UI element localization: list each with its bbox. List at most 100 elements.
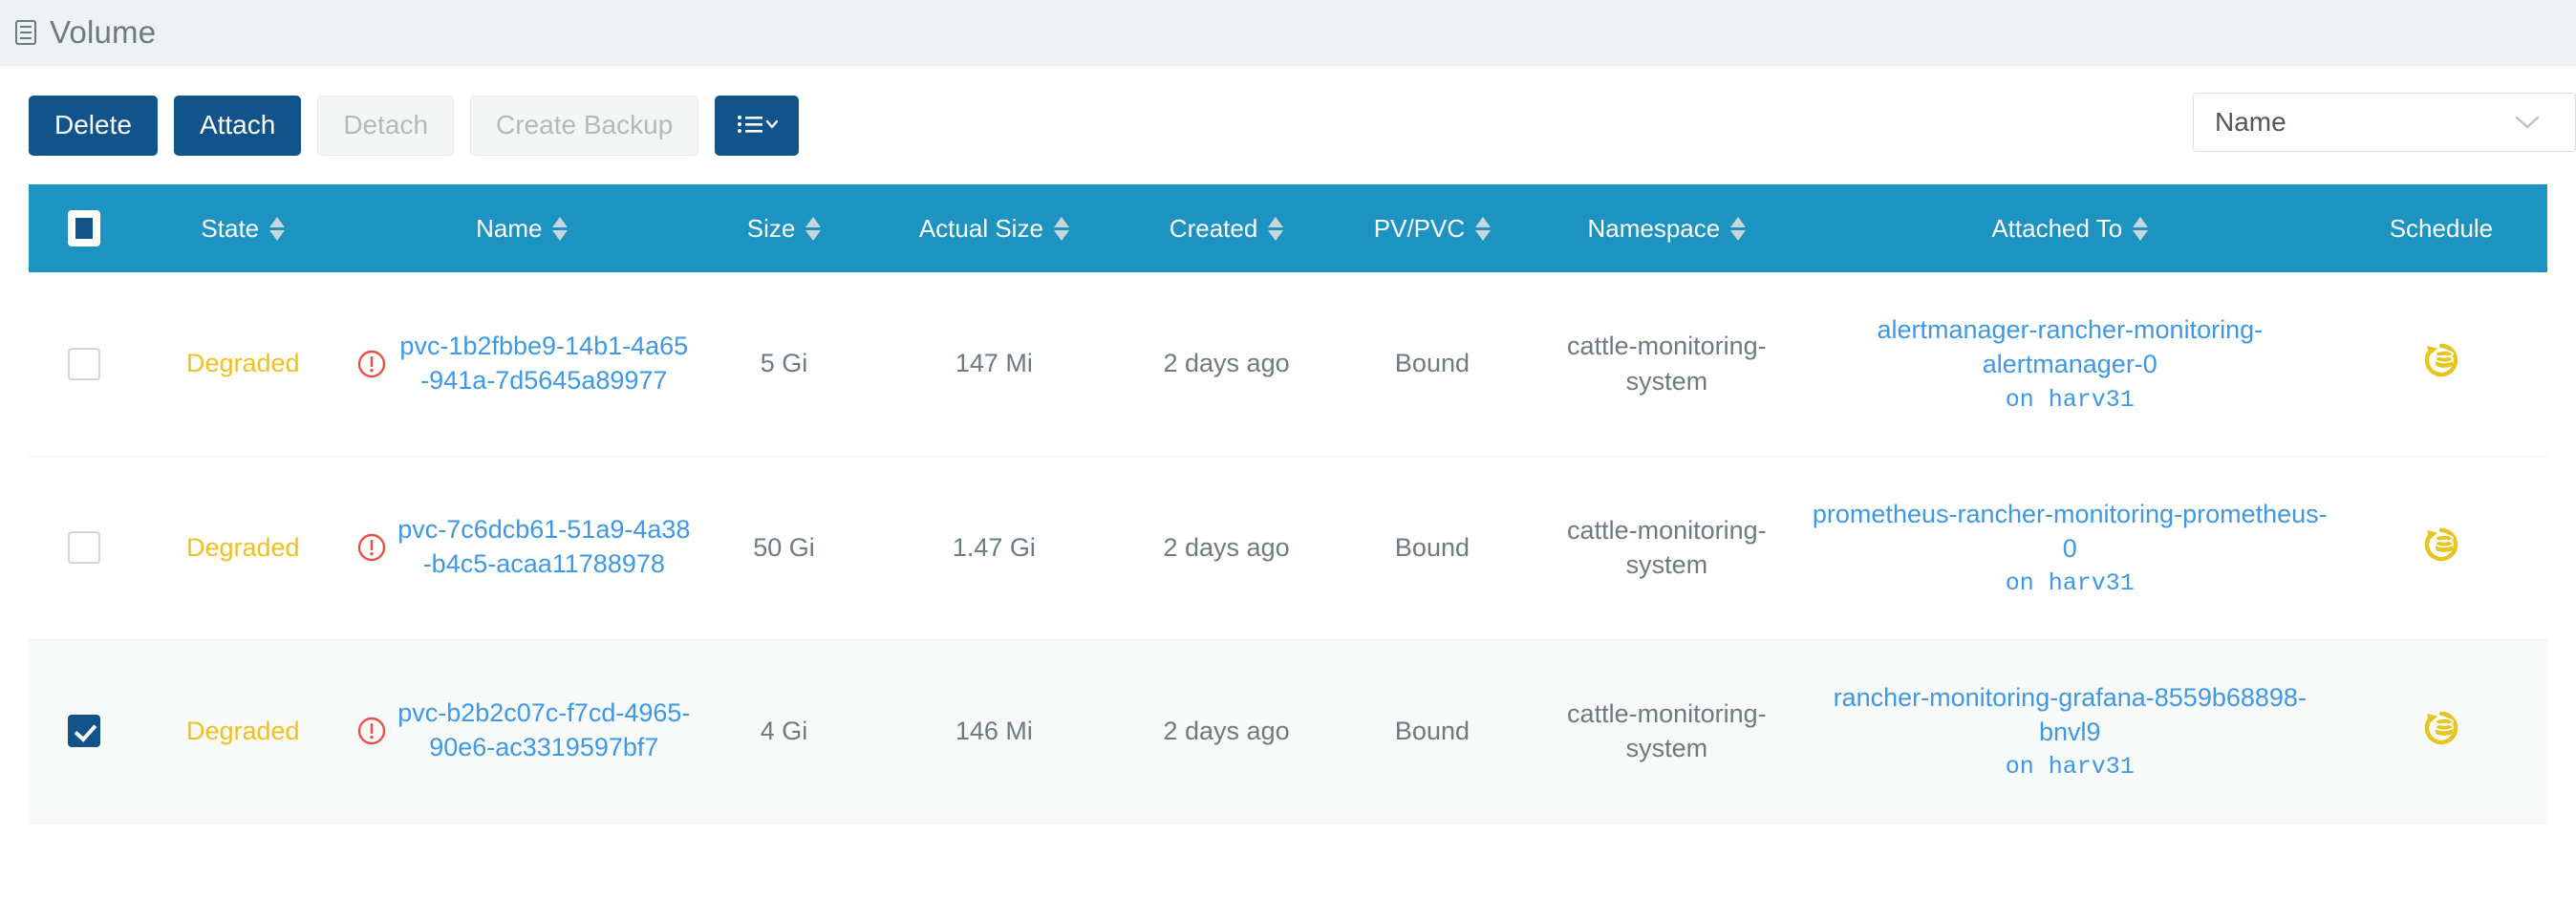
error-alert-icon [356, 716, 387, 746]
row-name-cell: pvc-b2b2c07c-f7cd-4965-90e6-ac3319597bf7 [347, 639, 698, 824]
th-name-label: Name [476, 213, 543, 243]
volumes-table: State Name Size Actual Size Created PV/P… [29, 184, 2547, 882]
detach-button[interactable]: Detach [317, 95, 455, 156]
th-pv-pvc[interactable]: PV/PVC [1335, 184, 1529, 272]
row-created-cell: 2 days ago [1117, 639, 1336, 824]
row-state-cell: Degraded [139, 456, 348, 640]
attach-button[interactable]: Attach [173, 95, 302, 156]
th-actual-size[interactable]: Actual Size [870, 184, 1118, 272]
row-actual-size-cell: 1.47 Gi [870, 456, 1118, 640]
sort-arrows-icon[interactable] [552, 216, 569, 241]
th-size-label: Size [746, 213, 796, 243]
sort-arrows-icon[interactable] [269, 216, 286, 241]
row-checkbox[interactable] [67, 715, 100, 747]
list-chevron-down-icon [736, 113, 779, 138]
backup-schedule-icon[interactable] [2418, 337, 2464, 383]
th-state-label: State [201, 213, 260, 243]
action-toolbar: Delete Attach Detach Create Backup Name [29, 66, 2576, 184]
row-created-cell: 2 days ago [1117, 456, 1336, 640]
th-name[interactable]: Name [347, 184, 698, 272]
namespace-value: cattle-monitoring-system [1567, 332, 1767, 396]
backup-schedule-icon[interactable] [2418, 522, 2464, 568]
row-size-cell: 4 Gi [697, 639, 871, 824]
th-namespace[interactable]: Namespace [1529, 184, 1805, 272]
row-attached-to-cell: prometheus-rancher-monitoring-prometheus… [1804, 456, 2335, 640]
sort-arrows-icon[interactable] [1053, 216, 1069, 241]
table-row[interactable]: Degraded pvc-b2b2c07c-f7cd-4965-90e6-ac3… [29, 639, 2547, 824]
th-schedule: Schedule [2334, 184, 2547, 272]
volume-name-link[interactable]: pvc-b2b2c07c-f7cd-4965-90e6-ac3319597bf7 [397, 696, 691, 765]
row-pv-pvc-cell: Bound [1335, 272, 1529, 457]
th-attached-to-label: Attached To [1991, 213, 2123, 243]
th-created[interactable]: Created [1117, 184, 1336, 272]
attached-node-label: on harv31 [2005, 753, 2135, 782]
row-state-cell: Degraded [139, 272, 348, 457]
error-alert-icon [356, 349, 387, 379]
row-namespace-cell: cattle-monitoring-system [1529, 639, 1805, 824]
attached-workload-link[interactable]: alertmanager-rancher-monitoring-alertman… [1811, 313, 2329, 382]
row-state-cell: Degraded [139, 639, 348, 824]
row-namespace-cell: cattle-monitoring-system [1529, 272, 1805, 457]
status-badge: Degraded [185, 716, 300, 745]
th-state[interactable]: State [139, 184, 348, 272]
row-name-cell: pvc-7c6dcb61-51a9-4a38-b4c5-acaa11788978 [347, 456, 698, 640]
table-row[interactable]: Degraded pvc-1b2fbbe9-14b1-4a65-941a-7d5… [29, 272, 2547, 457]
row-attached-to-cell: alertmanager-rancher-monitoring-alertman… [1804, 272, 2335, 457]
volume-name-link[interactable]: pvc-1b2fbbe9-14b1-4a65-941a-7d5645a89977 [397, 330, 691, 398]
status-badge: Degraded [185, 532, 300, 562]
filter-field-select[interactable]: Name [2193, 93, 2576, 152]
row-pv-pvc-cell: Bound [1335, 456, 1529, 640]
row-namespace-cell: cattle-monitoring-system [1529, 456, 1805, 640]
status-badge: Degraded [185, 349, 300, 378]
row-attached-to-cell: rancher-monitoring-grafana-8559b68898-bn… [1804, 639, 2335, 824]
volume-stack-icon [13, 18, 38, 47]
row-size-cell: 50 Gi [697, 456, 871, 640]
sort-arrows-icon[interactable] [1475, 216, 1492, 241]
row-checkbox[interactable] [67, 347, 100, 380]
backup-schedule-icon[interactable] [2418, 705, 2464, 751]
page-title: Volume [50, 14, 157, 50]
error-alert-icon [356, 532, 387, 563]
th-actual-size-label: Actual Size [918, 213, 1043, 243]
row-size-cell: 5 Gi [697, 272, 871, 457]
volume-name-link[interactable]: pvc-7c6dcb61-51a9-4a38-b4c5-acaa11788978 [397, 513, 691, 582]
sort-arrows-icon[interactable] [1730, 216, 1747, 241]
row-select-cell[interactable] [29, 456, 140, 640]
page-header: Volume [0, 0, 2576, 66]
th-select-all[interactable] [29, 184, 140, 272]
attached-node-label: on harv31 [2005, 569, 2135, 598]
th-schedule-label: Schedule [2389, 213, 2494, 243]
th-pv-pvc-label: PV/PVC [1373, 213, 1466, 243]
sort-arrows-icon[interactable] [2133, 216, 2149, 241]
row-select-cell[interactable] [29, 639, 140, 824]
table-row[interactable]: Degraded pvc-7c6dcb61-51a9-4a38-b4c5-aca… [29, 456, 2547, 640]
sort-arrows-icon[interactable] [805, 216, 822, 241]
table-bottom-spacer [29, 823, 2547, 882]
row-checkbox[interactable] [67, 531, 100, 564]
list-view-menu-button[interactable] [715, 95, 800, 156]
row-created-cell: 2 days ago [1117, 272, 1336, 457]
row-schedule-cell [2334, 456, 2547, 640]
select-all-checkbox[interactable] [67, 210, 100, 246]
row-select-cell[interactable] [29, 272, 140, 457]
th-attached-to[interactable]: Attached To [1804, 184, 2335, 272]
create-backup-button[interactable]: Create Backup [470, 95, 699, 156]
attached-node-label: on harv31 [2005, 386, 2135, 415]
row-name-cell: pvc-1b2fbbe9-14b1-4a65-941a-7d5645a89977 [347, 272, 698, 457]
th-created-label: Created [1169, 213, 1258, 243]
attached-workload-link[interactable]: rancher-monitoring-grafana-8559b68898-bn… [1811, 681, 2329, 750]
chevron-down-icon [2514, 110, 2541, 135]
row-pv-pvc-cell: Bound [1335, 639, 1529, 824]
th-size[interactable]: Size [697, 184, 871, 272]
content-area: Delete Attach Detach Create Backup Name [0, 66, 2576, 882]
delete-button[interactable]: Delete [29, 95, 158, 156]
row-schedule-cell [2334, 639, 2547, 824]
table-header-row: State Name Size Actual Size Created PV/P… [29, 184, 2547, 272]
namespace-value: cattle-monitoring-system [1567, 698, 1767, 762]
attached-workload-link[interactable]: prometheus-rancher-monitoring-prometheus… [1811, 498, 2329, 567]
filter-field-selected-value: Name [2215, 107, 2286, 137]
sort-arrows-icon[interactable] [1268, 216, 1284, 241]
th-namespace-label: Namespace [1587, 213, 1721, 243]
row-actual-size-cell: 146 Mi [870, 639, 1118, 824]
table-body: Degraded pvc-1b2fbbe9-14b1-4a65-941a-7d5… [29, 272, 2547, 882]
